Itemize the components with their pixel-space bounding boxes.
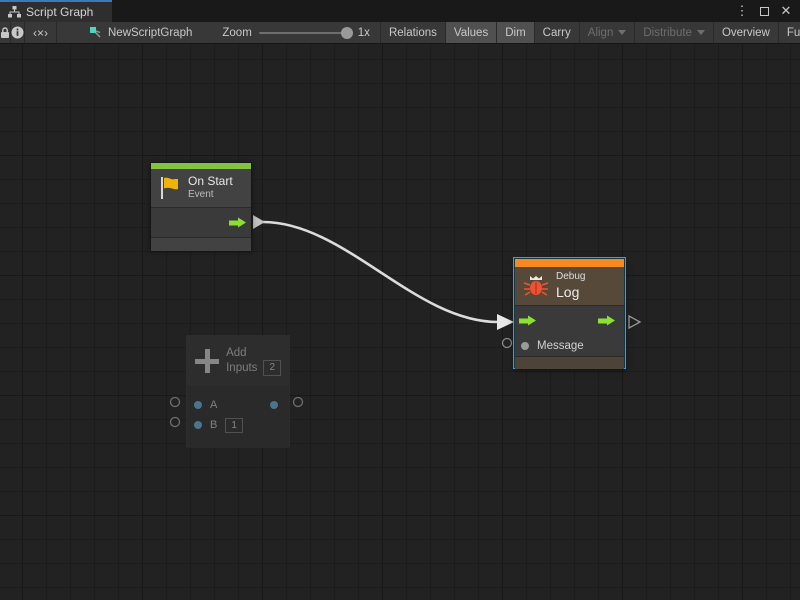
edge-target-arrow-icon[interactable]	[497, 314, 514, 330]
add-input-b-port-indicator[interactable]	[171, 418, 180, 427]
edge-source-arrow-icon[interactable]	[253, 215, 265, 229]
zoom-slider[interactable]	[259, 32, 351, 34]
add-input-a-port-indicator[interactable]	[171, 398, 180, 407]
maximize-icon[interactable]	[756, 3, 772, 19]
input-a-port[interactable]	[194, 401, 202, 409]
tab-script-graph[interactable]: Script Graph	[0, 0, 112, 22]
on-start-footer	[151, 238, 251, 251]
info-icon	[11, 26, 24, 39]
close-icon[interactable]: ✕	[778, 3, 794, 19]
input-b-label: B	[210, 419, 217, 431]
plus-icon	[195, 349, 218, 373]
input-b-port[interactable]	[194, 421, 202, 429]
toolbar-button-distribute[interactable]: Distribute	[635, 22, 714, 43]
flow-output-port[interactable]	[229, 217, 246, 228]
node-title-line1: Add	[226, 346, 281, 360]
info-button[interactable]	[11, 22, 25, 43]
node-subtitle: Event	[188, 189, 233, 202]
code-view-button[interactable]: ‹×›	[25, 22, 57, 43]
flow-input-port[interactable]	[519, 316, 536, 327]
toolbar-button-fullscreen[interactable]: Full S	[779, 22, 800, 43]
code-icon: ‹×›	[33, 26, 48, 40]
lock-icon	[0, 27, 10, 39]
node-title-line2: Inputs	[226, 361, 257, 375]
more-icon[interactable]: ⋮	[734, 3, 750, 19]
tab-bar: Script Graph ⋮ ✕	[0, 0, 800, 22]
edge-onstart-to-debuglog[interactable]	[263, 222, 498, 322]
on-start-header: On Start Event	[151, 169, 251, 207]
debug-log-message-row: Message	[515, 336, 624, 356]
graph-name-group[interactable]: NewScriptGraph	[79, 22, 202, 43]
zoom-value: 1x	[358, 27, 370, 39]
debuglog-output-port-indicator[interactable]	[629, 316, 640, 328]
edge-layer	[0, 44, 800, 600]
zoom-label: Zoom	[222, 27, 251, 39]
graph-toolbar: ‹×› NewScriptGraph Zoom 1x Relations Val…	[0, 22, 800, 44]
node-add-ghost[interactable]: Add Inputs 2 A B 1	[186, 335, 290, 447]
zoom-slider-handle[interactable]	[341, 27, 353, 39]
message-port-label: Message	[537, 340, 584, 352]
graph-name: NewScriptGraph	[108, 27, 192, 39]
toolbar-button-overview[interactable]: Overview	[714, 22, 779, 43]
distribute-label: Distribute	[643, 27, 692, 39]
script-graph-icon	[8, 6, 21, 18]
toolbar-button-relations[interactable]: Relations	[381, 22, 446, 43]
input-a-label: A	[210, 399, 217, 411]
add-body: A B 1	[187, 387, 289, 448]
align-label: Align	[588, 27, 614, 39]
node-title: Log	[556, 284, 585, 302]
window-controls: ⋮ ✕	[734, 0, 800, 22]
debug-log-header: Debug Log	[515, 267, 624, 305]
bug-icon	[523, 273, 549, 299]
input-count-field[interactable]: 2	[263, 360, 281, 377]
input-b-value-field[interactable]: 1	[225, 418, 243, 433]
flag-icon	[159, 176, 181, 200]
debug-log-body	[515, 306, 624, 336]
debuglog-message-port-indicator[interactable]	[503, 339, 512, 348]
graph-canvas[interactable]: On Start Event	[0, 44, 800, 600]
zoom-group: Zoom 1x	[214, 22, 381, 43]
add-header: Add Inputs 2	[187, 336, 289, 386]
chevron-down-icon	[618, 30, 626, 35]
debug-color-bar	[515, 259, 624, 267]
node-supertitle: Debug	[556, 271, 585, 284]
lock-button[interactable]	[0, 22, 11, 43]
graph-asset-icon	[89, 26, 103, 39]
node-on-start[interactable]: On Start Event	[150, 162, 252, 250]
node-title: On Start	[188, 174, 233, 189]
toolbar-button-carry[interactable]: Carry	[535, 22, 580, 43]
chevron-down-icon	[697, 30, 705, 35]
tab-label: Script Graph	[26, 5, 93, 19]
message-value-port[interactable]	[521, 342, 529, 350]
debug-log-footer	[515, 357, 624, 369]
add-output-port-indicator[interactable]	[294, 398, 303, 407]
script-graph-window: Script Graph ⋮ ✕ ‹×›	[0, 0, 800, 600]
add-input-row-b: B 1	[187, 415, 289, 435]
add-output-port[interactable]	[270, 401, 278, 409]
toolbar-button-align[interactable]: Align	[580, 22, 636, 43]
node-debug-log[interactable]: Debug Log Message	[514, 258, 625, 368]
toolbar-button-values[interactable]: Values	[446, 22, 497, 43]
flow-output-port[interactable]	[598, 316, 615, 327]
on-start-body	[151, 208, 251, 237]
toolbar-button-dim[interactable]: Dim	[497, 22, 534, 43]
